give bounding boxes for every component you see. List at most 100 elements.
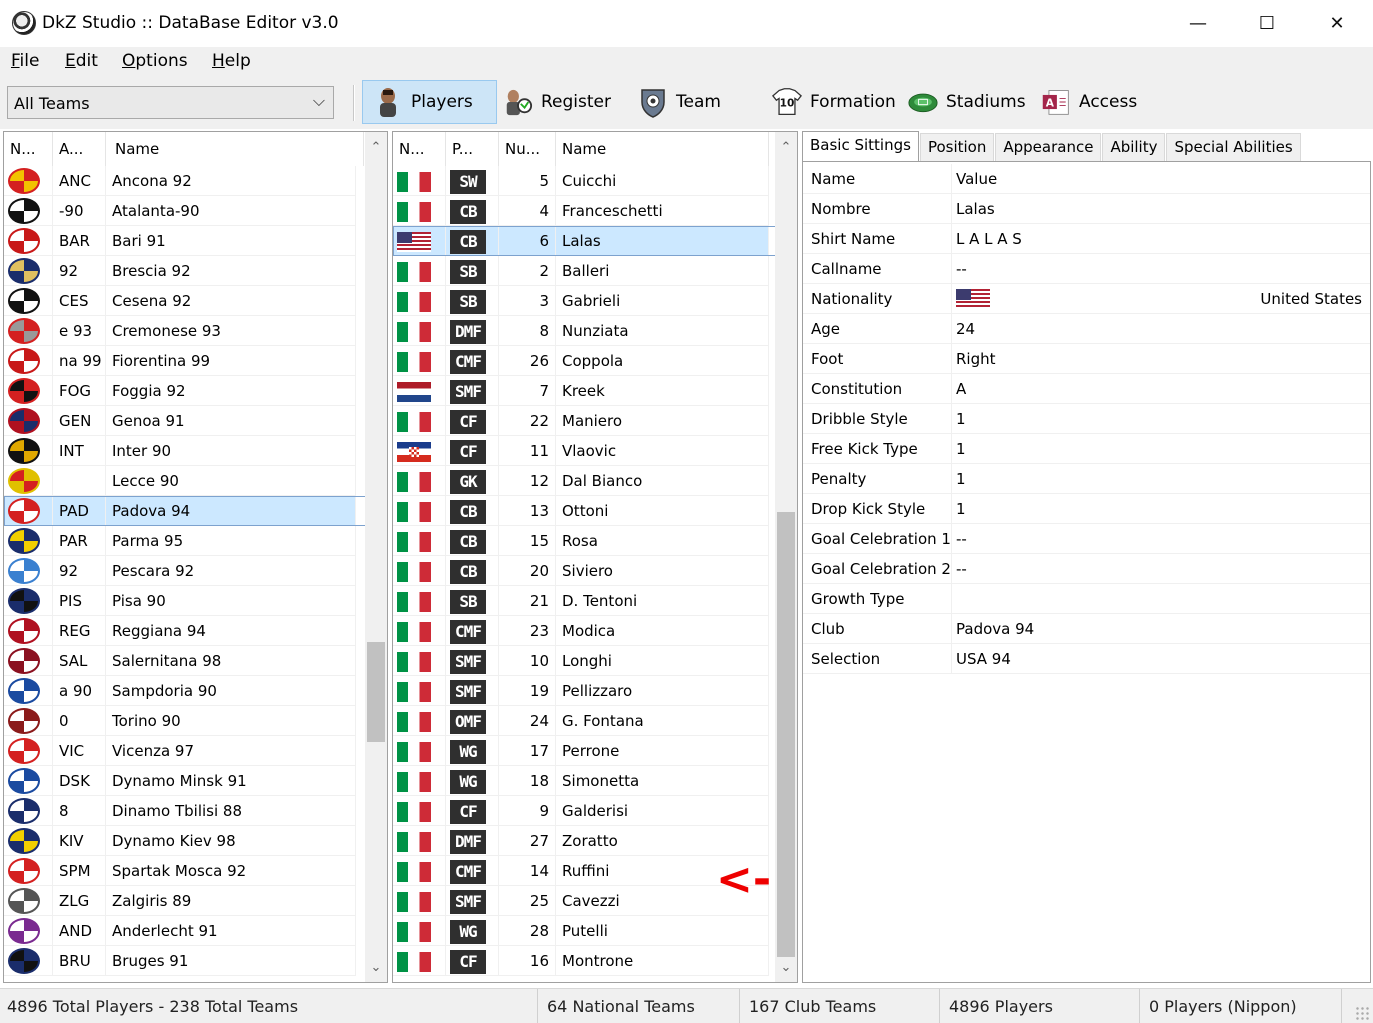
team-row[interactable]: VIC Vicenza 97 (4, 736, 387, 766)
player-row[interactable]: CF 11 Vlaovic (393, 436, 797, 466)
team-row[interactable]: 0 Torino 90 (4, 706, 387, 736)
property-row[interactable]: Club Padova 94 (803, 614, 1370, 644)
property-row[interactable]: Shirt Name L A L A S (803, 224, 1370, 254)
team-row[interactable]: ZLG Zalgiris 89 (4, 886, 387, 916)
property-row[interactable]: Constitution A (803, 374, 1370, 404)
menu-edit[interactable]: Edit (65, 51, 98, 71)
formation-button[interactable]: 10 Formation (772, 80, 896, 124)
player-row[interactable]: GK 12 Dal Bianco (393, 466, 797, 496)
team-row[interactable]: SPM Spartak Mosca 92 (4, 856, 387, 886)
property-row[interactable]: Nombre Lalas (803, 194, 1370, 224)
player-row[interactable]: WG 18 Simonetta (393, 766, 797, 796)
team-row[interactable]: 8 Dinamo Tbilisi 88 (4, 796, 387, 826)
tab-basic-settings[interactable]: Basic Sittings (802, 131, 919, 161)
property-row[interactable]: Age 24 (803, 314, 1370, 344)
player-row[interactable]: CB 15 Rosa (393, 526, 797, 556)
team-row[interactable]: PAD Padova 94 (4, 496, 387, 526)
player-row[interactable]: SMF 10 Longhi (393, 646, 797, 676)
tab-ability[interactable]: Ability (1102, 133, 1166, 161)
player-row[interactable]: CB 20 Siviero (393, 556, 797, 586)
menu-file[interactable]: File (11, 51, 39, 71)
property-row[interactable]: Goal Celebration 2 -- (803, 554, 1370, 584)
player-row[interactable]: SMF 19 Pellizzaro (393, 676, 797, 706)
team-row[interactable]: REG Reggiana 94 (4, 616, 387, 646)
col-header-number[interactable]: Nu... (499, 132, 556, 166)
player-row[interactable]: WG 28 Putelli (393, 916, 797, 946)
player-row[interactable]: CMF 23 Modica (393, 616, 797, 646)
col-header-name[interactable]: Name (106, 132, 364, 166)
close-button[interactable]: ✕ (1302, 0, 1372, 47)
player-row[interactable]: OMF 24 G. Fontana (393, 706, 797, 736)
property-row[interactable]: Drop Kick Style 1 (803, 494, 1370, 524)
col-header-player-name[interactable]: Name (556, 132, 769, 166)
player-row[interactable]: DMF 8 Nunziata (393, 316, 797, 346)
scroll-down-icon[interactable]: ⌄ (775, 958, 797, 978)
team-row[interactable]: KIV Dynamo Kiev 98 (4, 826, 387, 856)
teams-list[interactable]: N... A... Name ANC Ancona 92 -90 Atalanta-9… (3, 131, 388, 983)
player-row[interactable]: CF 9 Galderisi (393, 796, 797, 826)
resize-grip-icon[interactable] (1355, 1006, 1369, 1020)
team-row[interactable]: INT Inter 90 (4, 436, 387, 466)
col-header-nationality[interactable]: N... (4, 132, 53, 166)
team-row[interactable]: BAR Bari 91 (4, 226, 387, 256)
player-row[interactable]: CB 4 Franceschetti (393, 196, 797, 226)
col-header-abbreviation[interactable]: A... (53, 132, 106, 166)
players-scrollbar[interactable]: ⌃ ⌄ (775, 132, 797, 982)
tab-position[interactable]: Position (919, 133, 995, 161)
property-row[interactable]: Goal Celebration 1 -- (803, 524, 1370, 554)
player-row[interactable]: SB 2 Balleri (393, 256, 797, 286)
property-row[interactable]: Nationality United States (803, 284, 1370, 314)
player-row[interactable]: CB 6 Lalas (393, 226, 797, 256)
team-row[interactable]: e 93 Cremonese 93 (4, 316, 387, 346)
maximize-button[interactable]: ☐ (1232, 0, 1302, 47)
player-row[interactable]: CF 22 Maniero (393, 406, 797, 436)
team-row[interactable]: ANC Ancona 92 (4, 166, 387, 196)
team-row[interactable]: PIS Pisa 90 (4, 586, 387, 616)
player-row[interactable]: DMF 27 Zoratto (393, 826, 797, 856)
players-button[interactable]: Players (362, 80, 497, 124)
team-row[interactable]: Lecce 90 (4, 466, 387, 496)
register-button[interactable]: Register (503, 80, 611, 124)
property-row[interactable]: Selection USA 94 (803, 644, 1370, 674)
player-row[interactable]: CMF 26 Coppola (393, 346, 797, 376)
access-button[interactable]: A Access (1041, 80, 1137, 124)
menu-options[interactable]: Options (122, 51, 188, 71)
player-row[interactable]: CB 13 Ottoni (393, 496, 797, 526)
player-row[interactable]: WG 17 Perrone (393, 736, 797, 766)
team-row[interactable]: -90 Atalanta-90 (4, 196, 387, 226)
players-scroll-thumb[interactable] (777, 512, 795, 957)
player-row[interactable]: SW 5 Cuicchi (393, 166, 797, 196)
team-row[interactable]: BRU Bruges 91 (4, 946, 387, 976)
teams-scroll-thumb[interactable] (367, 642, 385, 742)
property-row[interactable]: Growth Type (803, 584, 1370, 614)
col-header-position[interactable]: P... (446, 132, 499, 166)
team-row[interactable]: 92 Brescia 92 (4, 256, 387, 286)
property-row[interactable]: Dribble Style 1 (803, 404, 1370, 434)
property-row[interactable]: Penalty 1 (803, 464, 1370, 494)
tab-appearance[interactable]: Appearance (995, 133, 1102, 161)
scroll-up-icon[interactable]: ⌃ (775, 138, 797, 158)
scroll-down-icon[interactable]: ⌄ (365, 958, 387, 978)
team-row[interactable]: FOG Foggia 92 (4, 376, 387, 406)
team-filter-dropdown[interactable]: All Teams ⌵ (7, 86, 334, 119)
tab-special-abilities[interactable]: Special Abilities (1166, 133, 1301, 161)
team-row[interactable]: na 99 Fiorentina 99 (4, 346, 387, 376)
team-row[interactable]: CES Cesena 92 (4, 286, 387, 316)
property-row[interactable]: Name Value (803, 164, 1370, 194)
team-row[interactable]: AND Anderlecht 91 (4, 916, 387, 946)
player-row[interactable]: SB 21 D. Tentoni (393, 586, 797, 616)
col-header-nat[interactable]: N... (393, 132, 446, 166)
teams-scrollbar[interactable]: ⌃ ⌄ (365, 132, 387, 982)
stadiums-button[interactable]: Stadiums (908, 80, 1026, 124)
team-row[interactable]: a 90 Sampdoria 90 (4, 676, 387, 706)
team-row[interactable]: GEN Genoa 91 (4, 406, 387, 436)
property-row[interactable]: Callname -- (803, 254, 1370, 284)
menu-help[interactable]: Help (212, 51, 251, 71)
scroll-up-icon[interactable]: ⌃ (365, 138, 387, 158)
property-row[interactable]: Free Kick Type 1 (803, 434, 1370, 464)
team-row[interactable]: PAR Parma 95 (4, 526, 387, 556)
team-row[interactable]: SAL Salernitana 98 (4, 646, 387, 676)
player-row[interactable]: SMF 7 Kreek (393, 376, 797, 406)
player-row[interactable]: CF 16 Montrone (393, 946, 797, 976)
team-button[interactable]: Team (638, 80, 721, 124)
